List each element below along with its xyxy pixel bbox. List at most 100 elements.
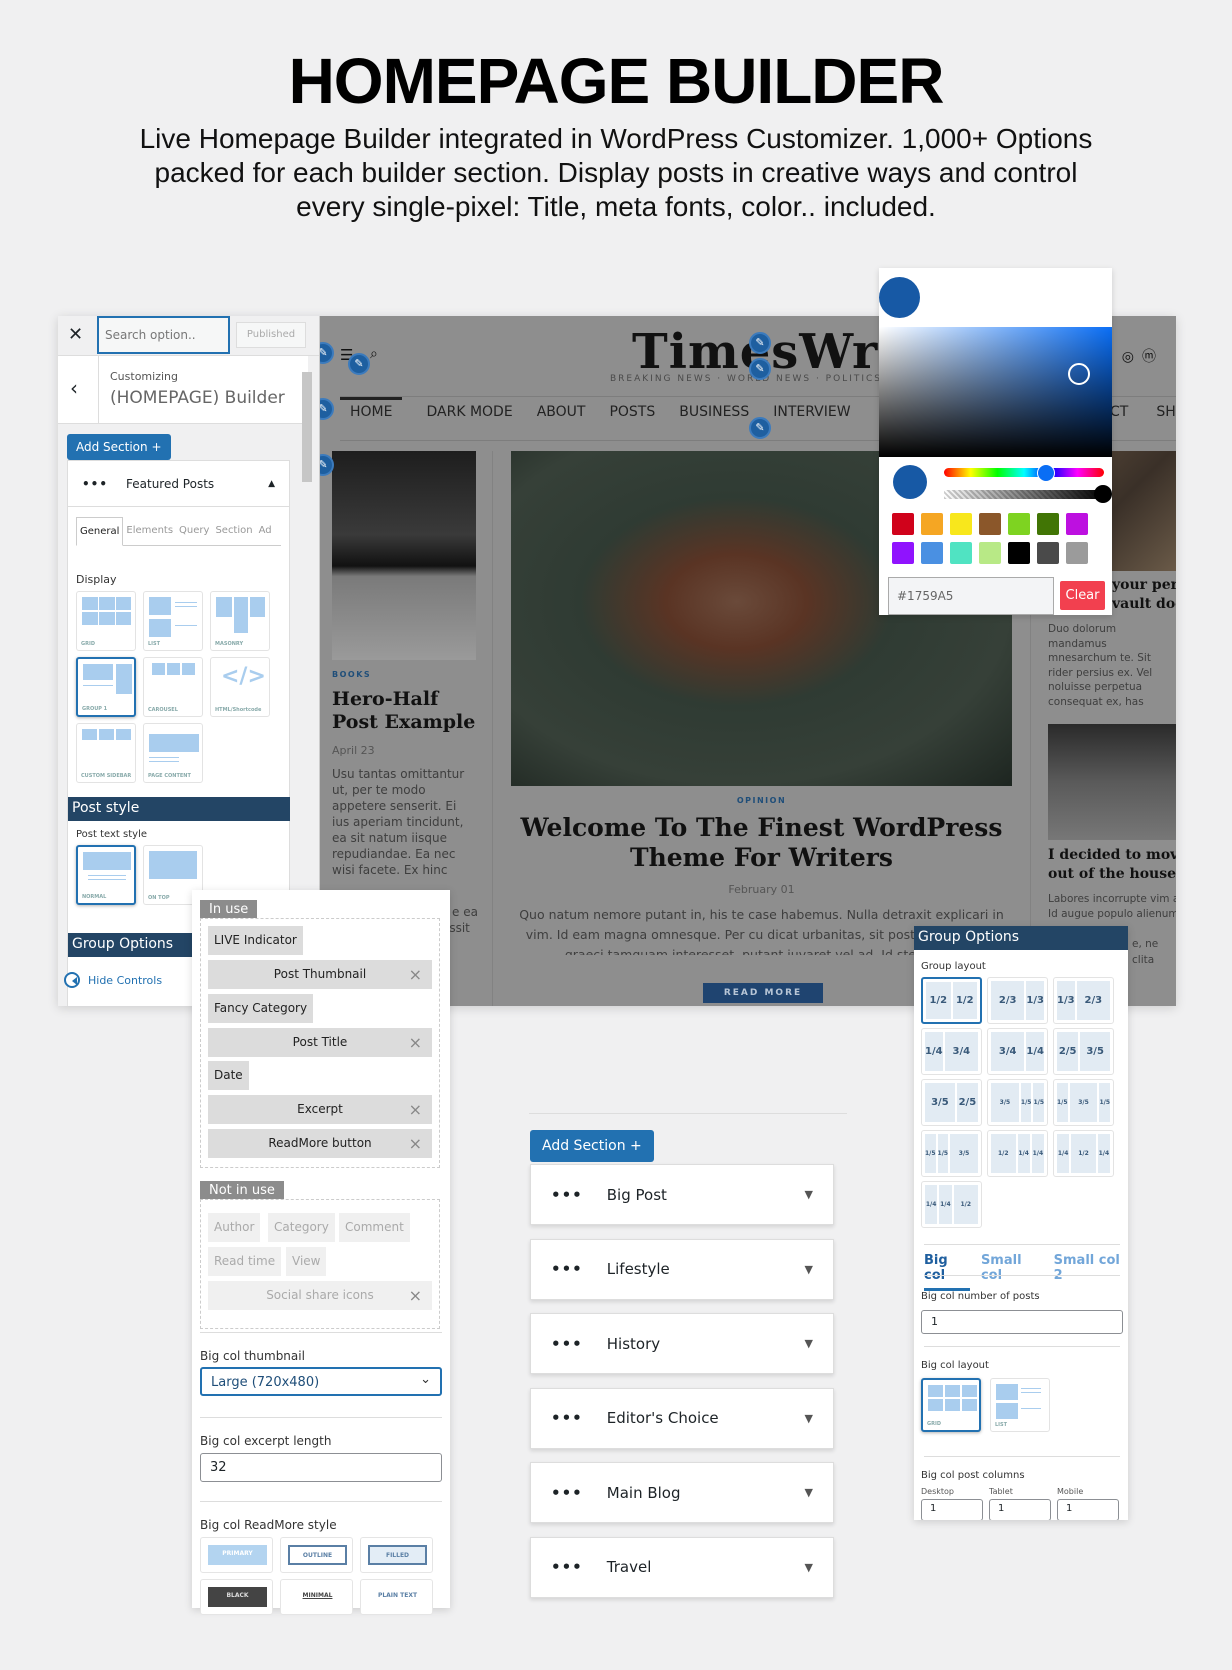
search-input[interactable]: Search option.. [97, 316, 230, 354]
display-option-masonry[interactable]: MASONRY [210, 591, 270, 651]
color-swatch[interactable] [950, 513, 972, 535]
tab-section[interactable]: Section [212, 517, 255, 545]
edit-pencil-icon[interactable]: ✎ [749, 417, 771, 439]
expand-arrow-icon[interactable]: ▼ [805, 1337, 813, 1350]
color-swatch[interactable] [892, 542, 914, 564]
group-layout-option[interactable]: 3/4 1/4 [987, 1028, 1048, 1075]
group-layout-option[interactable]: 1/4 1/2 1/4 [1053, 1130, 1114, 1177]
expand-arrow-icon[interactable]: ▼ [805, 1561, 813, 1574]
drag-handle-icon[interactable]: ••• [82, 477, 108, 491]
nav-about[interactable]: ABOUT [537, 404, 586, 420]
display-option-list[interactable]: LIST [143, 591, 203, 651]
tab-elements[interactable]: Elements [123, 517, 176, 545]
drag-handle-icon[interactable]: ••• [551, 1186, 583, 1204]
readmore-style-minimal[interactable]: MINIMAL [280, 1579, 353, 1615]
group-layout-option[interactable]: 1/2 1/2 [921, 977, 982, 1024]
group-layout-option[interactable]: 1/5 3/5 1/5 [1053, 1079, 1114, 1126]
display-option-carousel[interactable]: CAROUSEL [143, 657, 203, 717]
expand-arrow-icon[interactable]: ▼ [805, 1263, 813, 1276]
read-more-button[interactable]: READ MORE [703, 983, 823, 1003]
post-image-landscape[interactable] [332, 451, 476, 660]
drag-handle-icon[interactable]: ••• [551, 1409, 583, 1427]
post-style-heading[interactable]: Post style [68, 797, 290, 821]
section-card[interactable]: ••• Editor's Choice ▼ [530, 1387, 834, 1449]
tab-general[interactable]: General [76, 517, 124, 546]
tab-small-col[interactable]: Small col [981, 1253, 1043, 1291]
section-card[interactable]: ••• Lifestyle ▼ [530, 1238, 834, 1300]
display-option-grid[interactable]: GRID [76, 591, 136, 651]
column-count-input[interactable]: 1 [1057, 1499, 1119, 1520]
edit-pencil-icon[interactable]: ✎ [749, 332, 771, 354]
nav-home[interactable]: HOME [340, 397, 403, 420]
add-section-button[interactable]: Add Section + [67, 434, 171, 460]
column-count-input[interactable]: 1 [989, 1499, 1051, 1520]
post-category[interactable]: OPINION [511, 796, 1012, 805]
add-section-button[interactable]: Add Section + [530, 1130, 654, 1162]
published-button[interactable]: Published [236, 322, 306, 348]
display-option-group1[interactable]: GROUP 1 [76, 657, 136, 717]
saturation-field[interactable] [879, 327, 1112, 457]
color-swatch[interactable] [1037, 542, 1059, 564]
color-swatch[interactable] [1008, 542, 1030, 564]
nav-business[interactable]: BUSINESS [679, 404, 749, 420]
post-title[interactable]: I decided to move out of the house [1048, 846, 1176, 884]
readmore-style-plain-text[interactable]: PLAIN TEXT [360, 1579, 433, 1615]
num-posts-input[interactable]: 1 [921, 1310, 1123, 1334]
color-swatch[interactable] [1037, 513, 1059, 535]
display-option-html[interactable]: </> HTML/Shortcode [210, 657, 270, 717]
excerpt-length-input[interactable]: 32 [200, 1453, 442, 1482]
hide-controls-button[interactable]: Hide Controls [64, 972, 162, 988]
thumbnail-select[interactable]: Large (720x480) ⌄ [200, 1367, 442, 1396]
section-header[interactable]: ••• Featured Posts ▲ [68, 461, 289, 507]
collapse-arrow-icon[interactable]: ▲ [268, 479, 275, 489]
current-color-swatch[interactable] [879, 277, 920, 318]
element-chip[interactable]: View [286, 1247, 327, 1276]
section-card[interactable]: ••• Main Blog ▼ [530, 1462, 834, 1523]
color-swatch[interactable] [892, 513, 914, 535]
color-swatch[interactable] [979, 513, 1001, 535]
edit-pencil-icon[interactable]: ✎ [320, 342, 334, 364]
element-chip[interactable]: Comment [339, 1213, 410, 1242]
hue-slider[interactable] [944, 468, 1104, 477]
hex-input[interactable]: #1759A5 [888, 577, 1054, 615]
expand-arrow-icon[interactable]: ▼ [805, 1486, 813, 1499]
color-swatch[interactable] [1008, 513, 1030, 535]
drag-handle-icon[interactable]: ••• [551, 1558, 583, 1576]
opacity-slider-handle[interactable] [1094, 485, 1112, 503]
element-chip[interactable]: Post Thumbnail × [208, 960, 432, 989]
element-chip[interactable]: LIVE Indicator [208, 926, 303, 955]
edit-pencil-icon[interactable]: ✎ [348, 353, 370, 375]
column-count-input[interactable]: 1 [921, 1499, 983, 1520]
post-category[interactable]: BOOKS [332, 670, 371, 679]
element-chip[interactable]: Excerpt × [208, 1095, 432, 1124]
group-layout-option[interactable]: 1/3 2/3 [1053, 977, 1114, 1024]
post-text-style-normal[interactable]: NORMAL [76, 845, 136, 905]
scrollbar[interactable] [302, 358, 314, 808]
group-layout-option[interactable]: 1/5 1/5 3/5 [921, 1130, 982, 1177]
readmore-style-outline[interactable]: OUTLINE [280, 1537, 353, 1573]
nav-posts[interactable]: POSTS [609, 404, 655, 420]
readmore-style-filled[interactable]: FILLED [360, 1537, 433, 1573]
tab-ad[interactable]: Ad [256, 517, 275, 545]
color-swatch[interactable] [921, 513, 943, 535]
element-chip[interactable]: Read time [208, 1247, 282, 1276]
element-chip[interactable]: Category [268, 1213, 335, 1242]
group-layout-option[interactable]: 1/4 3/4 [921, 1028, 982, 1075]
expand-arrow-icon[interactable]: ▼ [805, 1412, 813, 1425]
element-chip[interactable]: Social share icons × [208, 1281, 432, 1310]
nav-dark-mode[interactable]: DARK MODE [426, 404, 512, 420]
big-col-layout-list[interactable]: LIST [990, 1378, 1050, 1432]
element-chip[interactable]: ReadMore button × [208, 1129, 432, 1158]
element-chip[interactable]: Fancy Category [208, 994, 314, 1023]
post-image-children[interactable] [1048, 724, 1176, 840]
element-chip[interactable]: Author [208, 1213, 261, 1242]
opacity-slider[interactable] [944, 490, 1104, 499]
element-chip[interactable]: Date [208, 1061, 249, 1090]
back-chevron-icon[interactable]: ‹ [70, 376, 78, 400]
tab-small-col-2[interactable]: Small col 2 [1054, 1253, 1128, 1291]
drag-handle-icon[interactable]: ••• [551, 1484, 583, 1502]
hue-slider-handle[interactable] [1037, 464, 1055, 482]
group-layout-option[interactable]: 3/5 2/5 [921, 1079, 982, 1126]
group-layout-option[interactable]: 2/3 1/3 [987, 977, 1048, 1024]
color-swatch[interactable] [1066, 513, 1088, 535]
